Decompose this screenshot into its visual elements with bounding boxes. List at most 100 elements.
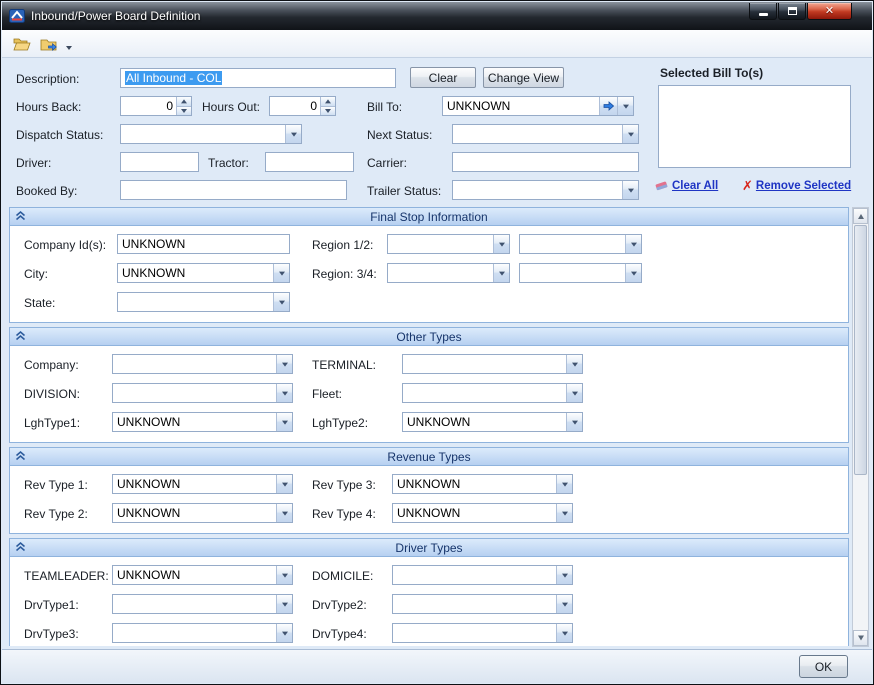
spin-down-icon[interactable]	[177, 106, 191, 116]
dropdown-arrow-icon[interactable]	[276, 475, 292, 493]
scroll-thumb[interactable]	[854, 225, 867, 475]
toolbar-dropdown-icon[interactable]	[66, 46, 72, 50]
drvtype1-dropdown[interactable]	[112, 594, 293, 614]
domicile-dropdown[interactable]	[392, 565, 573, 585]
dropdown-arrow-icon[interactable]	[622, 181, 638, 199]
spin-down-icon[interactable]	[321, 106, 335, 116]
drvtype3-value	[113, 624, 276, 642]
region3-dropdown[interactable]	[387, 263, 510, 283]
state-dropdown[interactable]	[117, 292, 290, 312]
division-value	[113, 384, 276, 402]
dropdown-arrow-icon[interactable]	[556, 475, 572, 493]
dropdown-arrow-icon[interactable]	[276, 413, 292, 431]
minimize-button[interactable]	[749, 3, 777, 20]
drvtype2-value	[393, 595, 556, 613]
carrier-input[interactable]	[452, 152, 639, 172]
teamleader-dropdown[interactable]: UNKNOWN	[112, 565, 293, 585]
dropdown-arrow-icon[interactable]	[285, 125, 301, 143]
description-input[interactable]: All Inbound - COL	[120, 68, 396, 88]
dropdown-arrow-icon[interactable]	[493, 235, 509, 253]
drvtype1-label: DrvType1:	[24, 598, 79, 612]
lghtype1-dropdown[interactable]: UNKNOWN	[112, 412, 293, 432]
region2-dropdown[interactable]	[519, 234, 642, 254]
new-board-button[interactable]	[37, 32, 61, 56]
ok-button[interactable]: OK	[799, 655, 848, 678]
dropdown-arrow-icon[interactable]	[276, 566, 292, 584]
dropdown-arrow-icon[interactable]	[276, 384, 292, 402]
double-chevron-up-icon[interactable]	[15, 451, 26, 461]
dropdown-arrow-icon[interactable]	[276, 504, 292, 522]
drvtype2-dropdown[interactable]	[392, 594, 573, 614]
region4-dropdown[interactable]	[519, 263, 642, 283]
bill-to-value: UNKNOWN	[443, 97, 599, 115]
dropdown-arrow-icon[interactable]	[625, 264, 641, 282]
change-view-button[interactable]: Change View	[483, 67, 564, 88]
dropdown-arrow-icon[interactable]	[617, 97, 633, 115]
dropdown-arrow-icon[interactable]	[556, 504, 572, 522]
maximize-button[interactable]	[778, 3, 806, 20]
scroll-down-button[interactable]	[853, 630, 868, 646]
clear-all-link[interactable]: Clear All	[654, 179, 718, 192]
company-ids-input[interactable]: UNKNOWN	[117, 234, 290, 254]
dropdown-arrow-icon[interactable]	[556, 624, 572, 642]
lghtype2-dropdown[interactable]: UNKNOWN	[402, 412, 583, 432]
dispatch-status-dropdown[interactable]	[120, 124, 302, 144]
dropdown-arrow-icon[interactable]	[276, 595, 292, 613]
next-status-dropdown[interactable]	[452, 124, 639, 144]
booked-by-input[interactable]	[120, 180, 347, 200]
dropdown-arrow-icon[interactable]	[276, 624, 292, 642]
trailer-status-value	[453, 181, 622, 199]
form-row: LghType1: UNKNOWN LghType2: UNKNOWN	[10, 411, 848, 440]
dropdown-arrow-icon[interactable]	[273, 293, 289, 311]
dropdown-arrow-icon[interactable]	[622, 125, 638, 143]
vertical-scrollbar[interactable]	[852, 207, 869, 647]
trailer-status-dropdown[interactable]	[452, 180, 639, 200]
section-header: Driver Types	[10, 539, 848, 557]
clear-button[interactable]: Clear	[410, 67, 476, 88]
drvtype3-dropdown[interactable]	[112, 623, 293, 643]
terminal-dropdown[interactable]	[402, 354, 583, 374]
division-dropdown[interactable]	[112, 383, 293, 403]
rev-type2-dropdown[interactable]: UNKNOWN	[112, 503, 293, 523]
title-bar[interactable]: Inbound/Power Board Definition ✕	[2, 2, 872, 30]
close-button[interactable]: ✕	[807, 3, 852, 20]
hours-out-spinner[interactable]: 0	[269, 96, 336, 116]
company-dropdown[interactable]	[112, 354, 293, 374]
double-chevron-up-icon[interactable]	[15, 211, 26, 221]
selected-bill-to-listbox[interactable]	[658, 85, 851, 168]
driver-input[interactable]	[120, 152, 199, 172]
dropdown-arrow-icon[interactable]	[625, 235, 641, 253]
spin-up-icon[interactable]	[177, 97, 191, 106]
dropdown-arrow-icon[interactable]	[566, 384, 582, 402]
fleet-dropdown[interactable]	[402, 383, 583, 403]
rev-type3-dropdown[interactable]: UNKNOWN	[392, 474, 573, 494]
blue-right-arrow-icon[interactable]	[599, 97, 617, 115]
dropdown-arrow-icon[interactable]	[566, 413, 582, 431]
dropdown-arrow-icon[interactable]	[493, 264, 509, 282]
next-status-value	[453, 125, 622, 143]
rev-type4-dropdown[interactable]: UNKNOWN	[392, 503, 573, 523]
scroll-up-button[interactable]	[853, 208, 868, 224]
bill-to-combo[interactable]: UNKNOWN	[442, 96, 634, 116]
dropdown-arrow-icon[interactable]	[556, 566, 572, 584]
remove-selected-link[interactable]: ✗ Remove Selected	[742, 179, 851, 192]
dropdown-arrow-icon[interactable]	[276, 355, 292, 373]
hours-back-spinner[interactable]: 0	[120, 96, 192, 116]
city-dropdown[interactable]: UNKNOWN	[117, 263, 290, 283]
spin-up-icon[interactable]	[321, 97, 335, 106]
rev-type2-value: UNKNOWN	[113, 504, 276, 522]
open-board-button[interactable]	[10, 32, 34, 56]
dropdown-arrow-icon[interactable]	[566, 355, 582, 373]
double-chevron-up-icon[interactable]	[15, 542, 26, 552]
lghtype1-label: LghType1:	[24, 416, 80, 430]
dropdown-arrow-icon[interactable]	[556, 595, 572, 613]
region1-dropdown[interactable]	[387, 234, 510, 254]
rev-type1-dropdown[interactable]: UNKNOWN	[112, 474, 293, 494]
hours-out-label: Hours Out:	[202, 100, 260, 114]
drvtype4-dropdown[interactable]	[392, 623, 573, 643]
section-body: TEAMLEADER: UNKNOWN DOMICILE: DrvType1: …	[10, 557, 848, 646]
tractor-input[interactable]	[265, 152, 354, 172]
section-other-types: Other Types Company: TERMINAL: DIVISION:…	[9, 327, 849, 443]
dropdown-arrow-icon[interactable]	[273, 264, 289, 282]
double-chevron-up-icon[interactable]	[15, 331, 26, 341]
